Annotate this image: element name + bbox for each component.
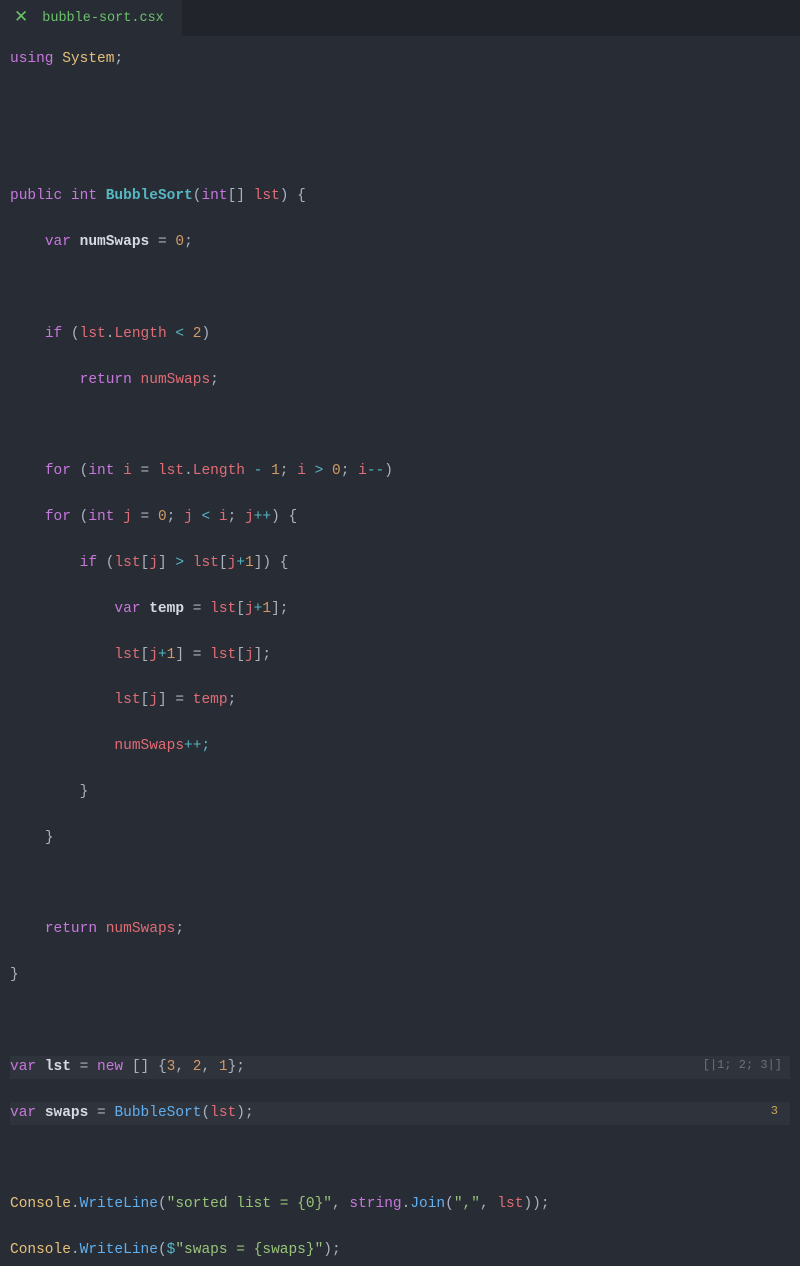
tab-filename: bubble-sort.csx <box>42 11 164 26</box>
kw-using: using <box>10 51 54 67</box>
close-icon[interactable]: ✕ <box>14 10 28 27</box>
ns-system: System <box>62 51 114 67</box>
inline-result: [|1; 2; 3|] <box>703 1056 782 1075</box>
tab-bar: ✕ bubble-sort.csx <box>0 0 800 36</box>
file-tab[interactable]: ✕ bubble-sort.csx <box>0 0 182 36</box>
fn-bubblesort: BubbleSort <box>106 188 193 204</box>
inline-result: 3 <box>767 1102 782 1121</box>
code-editor[interactable]: using System; public int BubbleSort(int[… <box>0 36 800 1266</box>
